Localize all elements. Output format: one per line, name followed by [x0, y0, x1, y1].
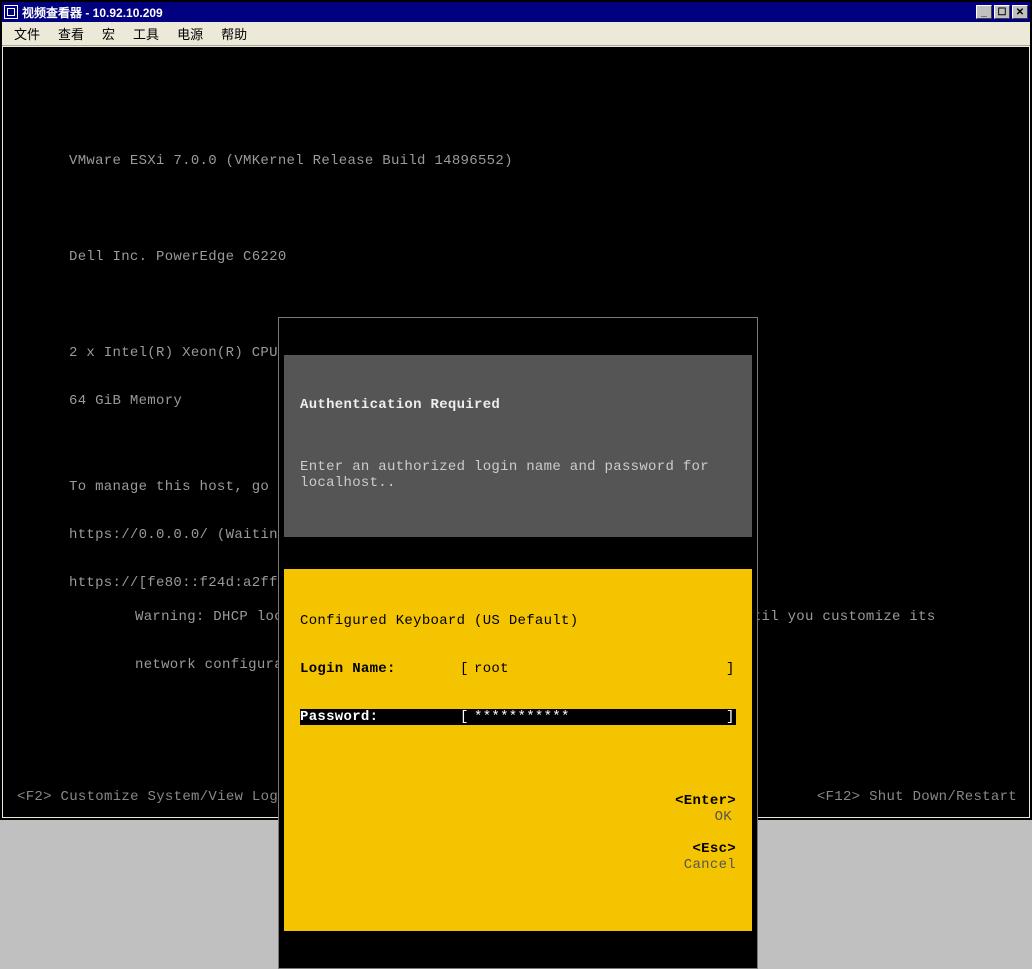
- auth-subtitle: Enter an authorized login name and passw…: [300, 459, 736, 491]
- close-button[interactable]: ✕: [1012, 5, 1028, 19]
- auth-footer: <Enter> OK <Esc> Cancel: [300, 777, 736, 889]
- maximize-button[interactable]: ☐: [994, 5, 1010, 19]
- login-row[interactable]: Login Name: [ root ]: [300, 661, 736, 677]
- bracket-left: [: [460, 709, 470, 725]
- authentication-dialog: Authentication Required Enter an authori…: [278, 317, 758, 969]
- hardware-model: Dell Inc. PowerEdge C6220: [69, 249, 513, 265]
- keyboard-row: Configured Keyboard (US Default): [300, 613, 736, 629]
- minimize-button[interactable]: _: [976, 5, 992, 19]
- mgmt-line1: To manage this host, go to: [69, 479, 295, 495]
- bracket-left: [: [460, 661, 470, 677]
- cancel-action[interactable]: Cancel: [682, 857, 736, 873]
- menu-tools[interactable]: 工具: [127, 22, 165, 45]
- mgmt-line2: https://0.0.0.0/ (Waiting: [69, 527, 295, 543]
- menu-file[interactable]: 文件: [8, 22, 46, 45]
- menu-help[interactable]: 帮助: [215, 22, 253, 45]
- window-title: 视频查看器 - 10.92.10.209: [22, 4, 163, 21]
- bracket-right: ]: [726, 709, 736, 725]
- menu-view[interactable]: 查看: [52, 22, 90, 45]
- esc-key-hint: <Esc>: [692, 841, 736, 857]
- app-icon: [4, 5, 18, 19]
- titlebar[interactable]: 视频查看器 - 10.92.10.209 _ ☐ ✕: [2, 2, 1030, 22]
- password-input[interactable]: ***********: [470, 709, 726, 725]
- menu-power[interactable]: 电源: [171, 22, 209, 45]
- f2-hint: <F2> Customize System/View Logs: [17, 789, 287, 805]
- keyboard-label: Configured Keyboard (US Default): [300, 613, 578, 629]
- f12-hint: <F12> Shut Down/Restart: [817, 789, 1017, 805]
- auth-title: Authentication Required: [300, 397, 736, 413]
- password-label: Password:: [300, 709, 460, 725]
- menu-macro[interactable]: 宏: [96, 22, 121, 45]
- bracket-right: ]: [726, 661, 736, 677]
- application-window: 视频查看器 - 10.92.10.209 _ ☐ ✕ 文件 查看 宏 工具 电源…: [0, 0, 1032, 820]
- ok-action[interactable]: OK: [713, 809, 736, 825]
- enter-key-hint: <Enter>: [675, 793, 736, 809]
- login-input[interactable]: root: [470, 661, 726, 677]
- esxi-version: VMware ESXi 7.0.0 (VMKernel Release Buil…: [69, 153, 513, 169]
- menubar: 文件 查看 宏 工具 电源 帮助: [2, 22, 1030, 46]
- login-label: Login Name:: [300, 661, 460, 677]
- password-row[interactable]: Password: [ *********** ]: [300, 709, 736, 725]
- remote-console[interactable]: VMware ESXi 7.0.0 (VMKernel Release Buil…: [3, 47, 1029, 817]
